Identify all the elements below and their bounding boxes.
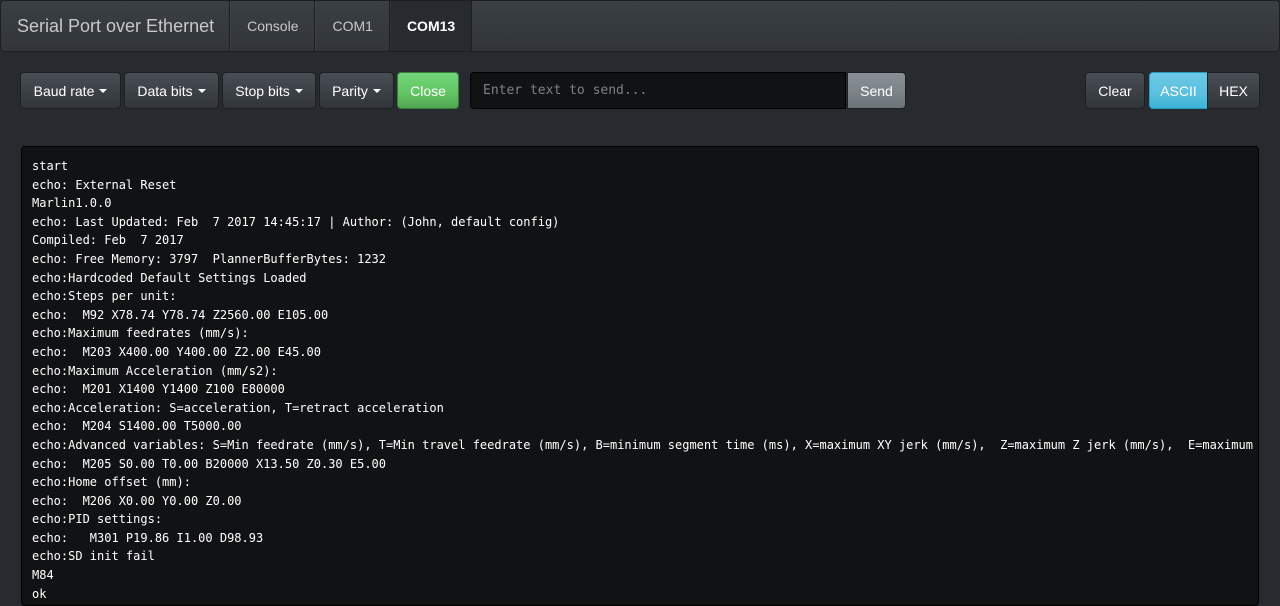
stop-bits-dropdown[interactable]: Stop bits (222, 72, 316, 109)
console-line: echo:Acceleration: S=acceleration, T=ret… (32, 400, 444, 415)
tab-com1[interactable]: COM1 (315, 1, 390, 51)
console-line: echo:Home offset (mm): (32, 475, 191, 490)
caret-down-icon (99, 88, 108, 93)
tab-console[interactable]: Console (230, 1, 316, 51)
console-line: echo: M301 P19.86 I1.00 D98.93 (32, 530, 264, 545)
console-line: echo: M92 X78.74 Y78.74 Z2560.00 E105.00 (32, 307, 329, 322)
data-bits-label: Data bits (137, 82, 193, 99)
console-line: echo:Maximum Acceleration (mm/s2): (32, 363, 278, 378)
data-bits-dropdown[interactable]: Data bits (124, 72, 219, 109)
hex-toggle[interactable]: HEX (1207, 72, 1260, 109)
console-line: echo: M205 S0.00 T0.00 B20000 X13.50 Z0.… (32, 456, 387, 471)
console-line: echo: M204 S1400.00 T5000.00 (32, 419, 242, 434)
console-line: echo:Maximum feedrates (mm/s): (32, 326, 249, 341)
caret-down-icon (372, 88, 381, 93)
console-output[interactable]: start echo: External Reset Marlin1.0.0 e… (21, 146, 1259, 606)
tab-com13[interactable]: COM13 (389, 1, 473, 51)
baud-rate-label: Baud rate (33, 82, 95, 99)
console-line: echo: Last Updated: Feb 7 2017 14:45:17 … (32, 214, 560, 229)
app-title: Serial Port over Ethernet (1, 1, 231, 51)
caret-down-icon (294, 88, 303, 93)
console-line: echo: M206 X0.00 Y0.00 Z0.00 (32, 493, 242, 508)
console-line: echo:Hardcoded Default Settings Loaded (32, 270, 307, 285)
send-input[interactable] (470, 72, 846, 109)
console-line: start (32, 159, 69, 173)
clear-button[interactable]: Clear (1085, 72, 1145, 109)
console-line: echo: External Reset (32, 177, 177, 192)
navbar: Serial Port over Ethernet Console COM1 C… (0, 0, 1280, 52)
console-line: M84 (32, 568, 54, 583)
close-button[interactable]: Close (397, 72, 459, 109)
console-line: echo: M203 X400.00 Y400.00 Z2.00 E45.00 (32, 344, 321, 359)
console-line: echo:SD init fail (32, 549, 155, 564)
console-line: echo:Steps per unit: (32, 289, 177, 304)
parity-dropdown[interactable]: Parity (319, 72, 394, 109)
console-line: echo:PID settings: (32, 512, 163, 527)
stop-bits-label: Stop bits (235, 82, 290, 99)
toolbar: Baud rate Data bits Stop bits Parity Clo… (20, 72, 1260, 110)
console-line: Marlin1.0.0 (32, 196, 112, 211)
send-button[interactable]: Send (847, 72, 906, 109)
parity-label: Parity (332, 82, 368, 99)
console-line: ok (32, 586, 47, 601)
console-line: echo: Free Memory: 3797 PlannerBufferByt… (32, 251, 387, 266)
console-line: echo:Advanced variables: S=Min feedrate … (32, 437, 1259, 452)
console-line: echo: M201 X1400 Y1400 Z100 E80000 (32, 382, 285, 397)
caret-down-icon (197, 88, 206, 93)
baud-rate-dropdown[interactable]: Baud rate (20, 72, 121, 109)
ascii-toggle[interactable]: ASCII (1149, 72, 1208, 109)
console-line: Compiled: Feb 7 2017 (32, 233, 184, 248)
